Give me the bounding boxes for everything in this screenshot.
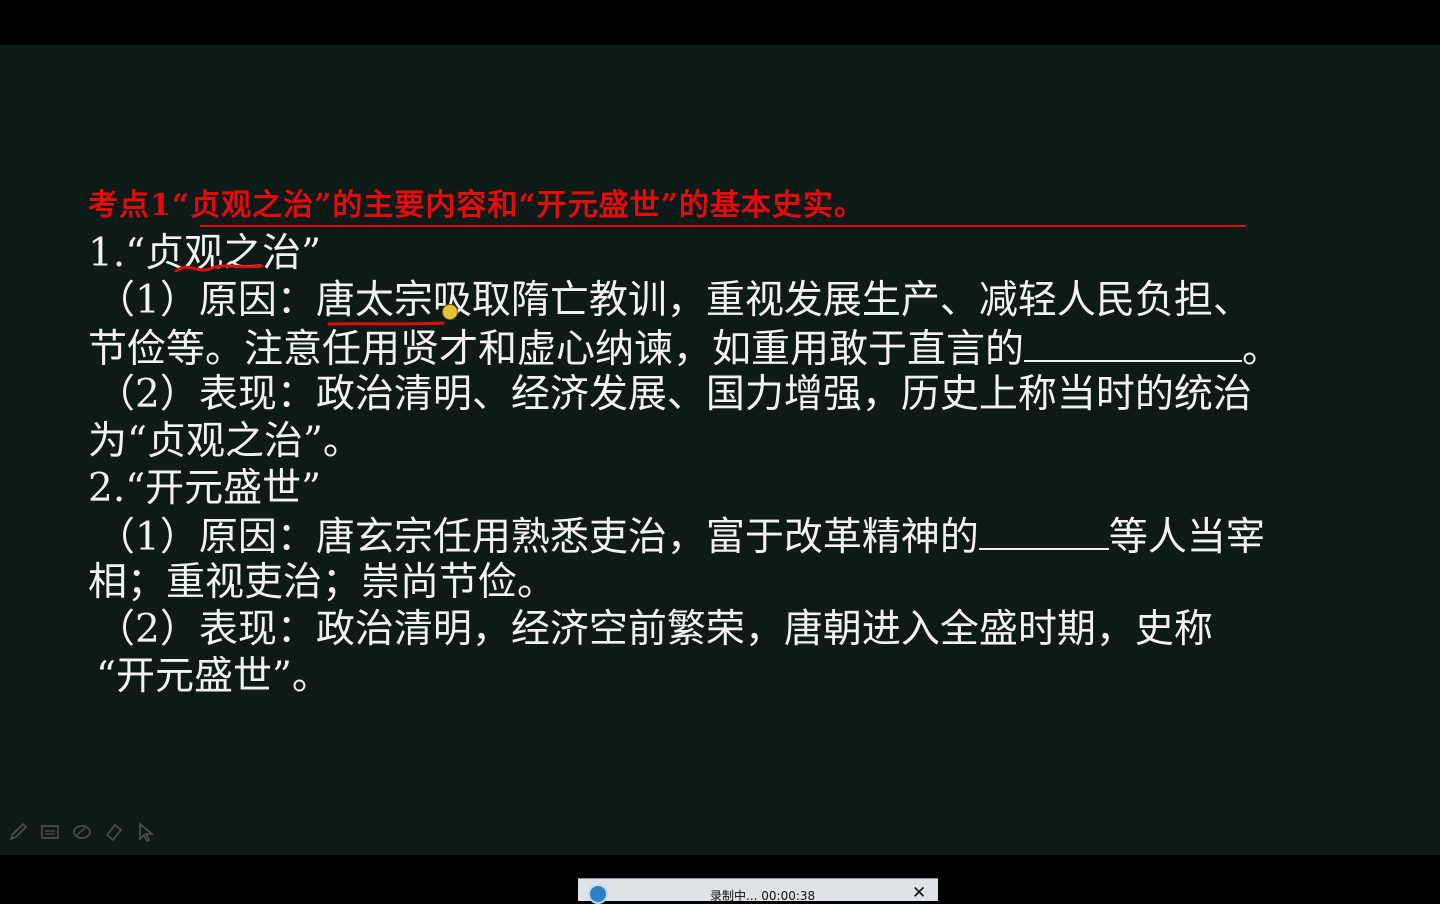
eraser-icon[interactable] — [102, 820, 126, 844]
top-letterbox — [0, 0, 1440, 45]
section-1-reason: （1）原因：唐太宗吸取隋亡教训，重视发展生产、减轻人民负担、 — [96, 278, 1252, 323]
eraser-oval-icon[interactable] — [70, 820, 94, 844]
section-2-reason: （1）原因：唐玄宗任用熟悉吏治，富于改革精神的 等人当宰 — [88, 512, 1388, 560]
recording-widget[interactable]: 录制中... 00:00:38 ✕ — [578, 878, 938, 904]
section-1-result-cont: 为“贞观之治”。 — [88, 419, 362, 464]
section-1-result: （2）表现：政治清明、经济发展、国力增强，历史上称当时的统治 — [96, 372, 1252, 417]
section-2-result: （2）表现：政治清明，经济空前繁荣，唐朝进入全盛时期，史称 — [96, 607, 1213, 652]
section-2-reason-cont: 相；重视吏治；崇尚节俭。 — [88, 560, 557, 605]
mouse-cursor-icon — [442, 304, 458, 320]
slide-body: 1.“贞观之治” （1）原因：唐太宗吸取隋亡教训，重视发展生产、减轻人民负担、 … — [88, 230, 1388, 700]
section-2-reason-tail: 等人当宰 — [1108, 515, 1265, 560]
slide-heading: 考点1“贞观之治”的主要内容和“开元盛世”的基本史实。 — [88, 188, 865, 223]
close-icon[interactable]: ✕ — [912, 883, 926, 903]
section-2-title: 2.“开元盛世” — [88, 466, 322, 511]
section-2-result-cont: “开元盛世”。 — [96, 654, 331, 699]
fill-blank-1 — [1024, 324, 1243, 362]
fill-blank-2 — [978, 512, 1109, 550]
section-1-title: 1.“贞观之治” — [88, 231, 322, 276]
period-mark: 。 — [1242, 327, 1282, 372]
screen-icon[interactable] — [38, 820, 62, 844]
recorder-app-icon[interactable] — [588, 884, 608, 904]
annotation-toolbar — [6, 820, 158, 844]
section-1-reason-text: 节俭等。注意任用贤才和虚心纳谏，如重用敢于直言的 — [88, 327, 1025, 372]
recording-status: 录制中... 00:00:38 — [710, 889, 816, 903]
heading-underline — [200, 225, 1246, 227]
section-1-reason-cont: 节俭等。注意任用贤才和虚心纳谏，如重用敢于直言的 。 — [88, 324, 1388, 372]
pointer-icon[interactable] — [134, 820, 158, 844]
section-2-reason-text: （1）原因：唐玄宗任用熟悉吏治，富于改革精神的 — [96, 515, 979, 560]
pen-icon[interactable] — [6, 820, 30, 844]
